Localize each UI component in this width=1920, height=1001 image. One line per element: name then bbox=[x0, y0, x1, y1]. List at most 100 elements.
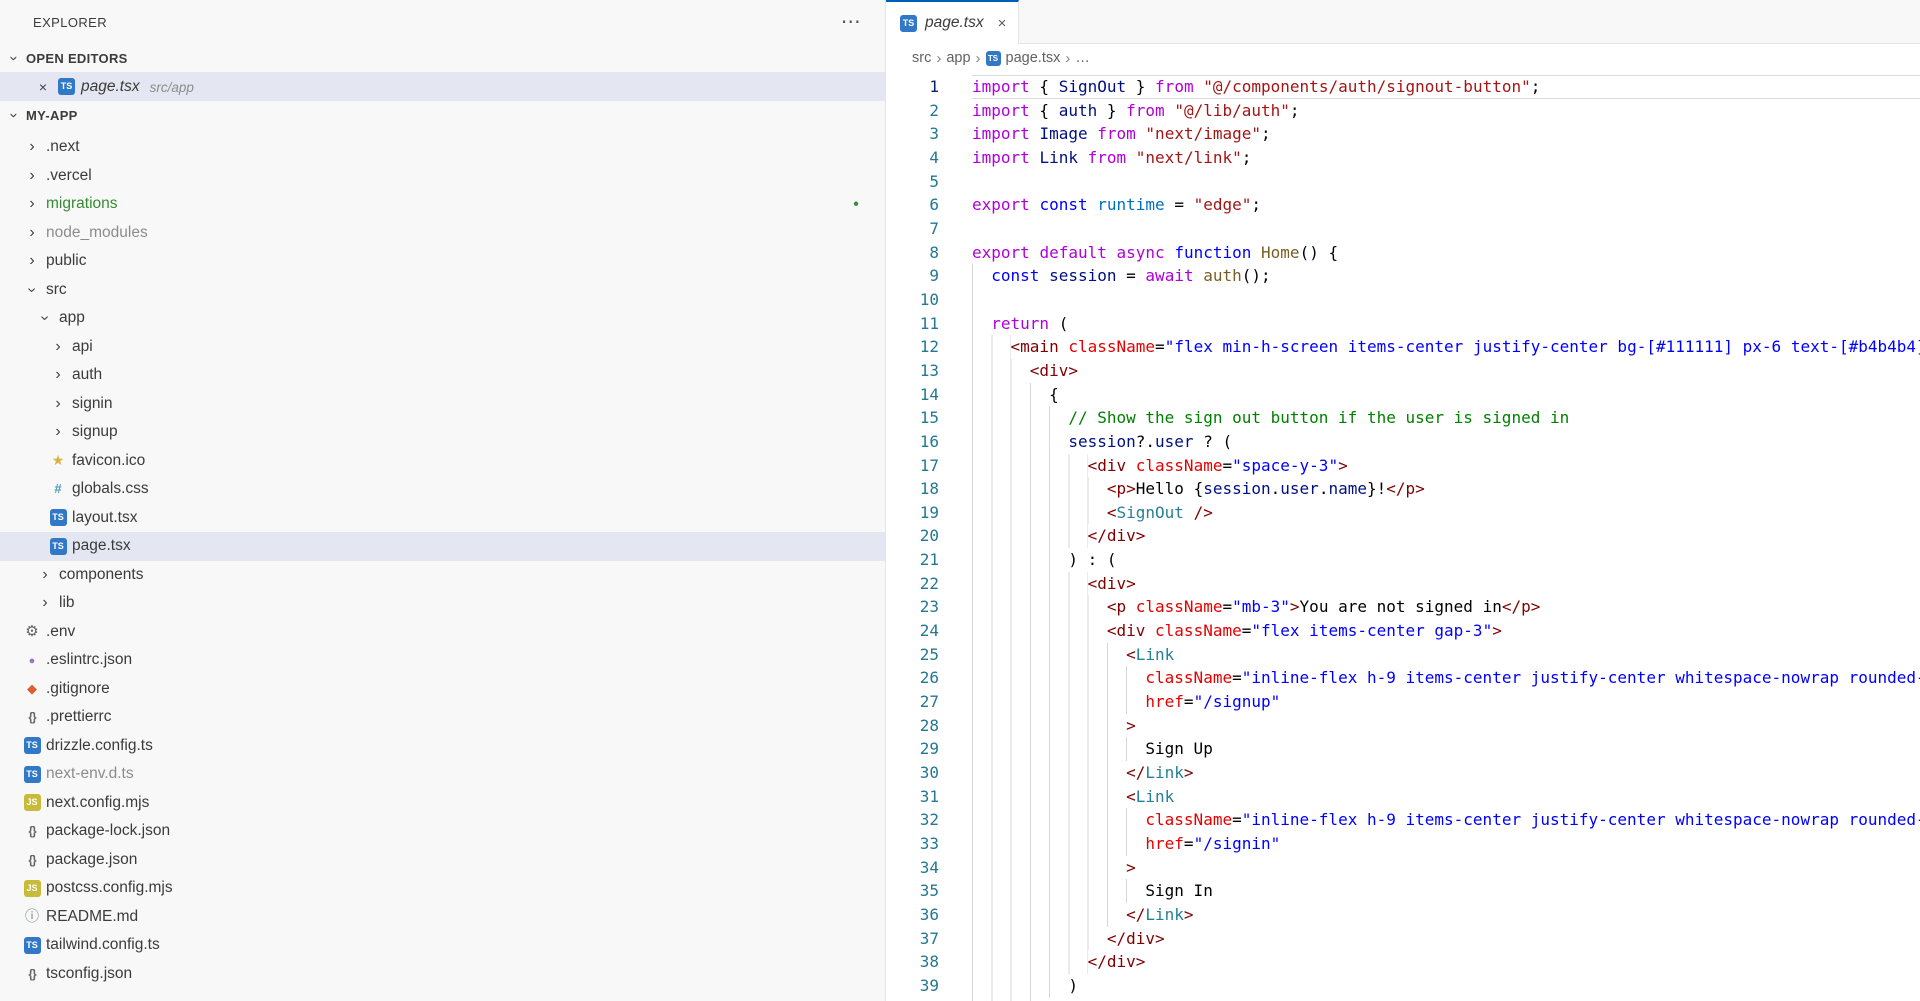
code-line[interactable]: </Link> bbox=[972, 761, 1920, 785]
tree-file-.prettierrc[interactable]: {}.prettierrc bbox=[0, 703, 885, 732]
tree-file-tsconfig.json[interactable]: {}tsconfig.json bbox=[0, 960, 885, 989]
line-number[interactable]: 22 bbox=[886, 572, 939, 596]
code-line[interactable]: <div className="space-y-3"> bbox=[972, 454, 1920, 478]
code-line[interactable]: <div> bbox=[972, 359, 1920, 383]
tree-folder-.next[interactable]: ›.next bbox=[0, 133, 885, 162]
line-number[interactable]: 36 bbox=[886, 903, 939, 927]
code-line[interactable]: const session = await auth(); bbox=[972, 264, 1920, 288]
open-editors-section-header[interactable]: › OPEN EDITORS bbox=[0, 44, 885, 72]
close-editor-icon[interactable]: × bbox=[34, 79, 52, 95]
line-number[interactable]: 30 bbox=[886, 761, 939, 785]
code-line[interactable]: <p>Hello {session.user.name}!</p> bbox=[972, 477, 1920, 501]
tree-file-tailwind.config.ts[interactable]: TStailwind.config.ts bbox=[0, 931, 885, 960]
line-number[interactable]: 5 bbox=[886, 170, 939, 194]
line-number[interactable]: 13 bbox=[886, 359, 939, 383]
tree-file-layout.tsx[interactable]: TSlayout.tsx bbox=[0, 504, 885, 533]
tree-file-next.config.mjs[interactable]: JSnext.config.mjs bbox=[0, 789, 885, 818]
code-line[interactable] bbox=[972, 170, 1920, 194]
code-line[interactable]: > bbox=[972, 714, 1920, 738]
tree-file-globals.css[interactable]: #globals.css bbox=[0, 475, 885, 504]
code-line[interactable]: href="/signup" bbox=[972, 690, 1920, 714]
tree-file-page.tsx[interactable]: TSpage.tsx bbox=[0, 532, 885, 561]
tree-file-.eslintrc.json[interactable]: ●.eslintrc.json bbox=[0, 646, 885, 675]
code-line[interactable]: import { auth } from "@/lib/auth"; bbox=[972, 99, 1920, 123]
code-line[interactable]: <Link bbox=[972, 643, 1920, 667]
line-number[interactable]: 1 bbox=[886, 75, 939, 99]
code-line[interactable]: <Link bbox=[972, 785, 1920, 809]
line-number[interactable]: 32 bbox=[886, 808, 939, 832]
tree-folder-signin[interactable]: ›signin bbox=[0, 390, 885, 419]
code-content[interactable]: import { SignOut } from "@/components/au… bbox=[972, 75, 1920, 1001]
code-line[interactable]: href="/signin" bbox=[972, 832, 1920, 856]
tree-file-.gitignore[interactable]: ◆.gitignore bbox=[0, 675, 885, 704]
line-number[interactable]: 20 bbox=[886, 524, 939, 548]
tree-folder-lib[interactable]: ›lib bbox=[0, 589, 885, 618]
line-number[interactable]: 8 bbox=[886, 241, 939, 265]
code-line[interactable]: > bbox=[972, 856, 1920, 880]
code-line[interactable]: } bbox=[972, 998, 1920, 1001]
line-number[interactable]: 39 bbox=[886, 974, 939, 998]
line-number[interactable]: 6 bbox=[886, 193, 939, 217]
tree-folder-node_modules[interactable]: ›node_modules bbox=[0, 219, 885, 248]
line-number[interactable]: 10 bbox=[886, 288, 939, 312]
code-line[interactable]: <div className="flex items-center gap-3"… bbox=[972, 619, 1920, 643]
code-line[interactable]: className="inline-flex h-9 items-center … bbox=[972, 666, 1920, 690]
tree-folder-public[interactable]: ›public bbox=[0, 247, 885, 276]
code-line[interactable]: export const runtime = "edge"; bbox=[972, 193, 1920, 217]
code-line[interactable]: import Image from "next/image"; bbox=[972, 122, 1920, 146]
breadcrumb-item-src[interactable]: src bbox=[912, 50, 931, 66]
line-number[interactable]: 26 bbox=[886, 666, 939, 690]
more-actions-icon[interactable]: ⋯ bbox=[841, 12, 861, 32]
code-line[interactable]: </div> bbox=[972, 524, 1920, 548]
line-number[interactable]: 33 bbox=[886, 832, 939, 856]
line-number[interactable]: 40 bbox=[886, 998, 939, 1001]
tree-folder-src[interactable]: ›src bbox=[0, 276, 885, 305]
code-line[interactable] bbox=[972, 217, 1920, 241]
workspace-section-header[interactable]: › MY-APP bbox=[0, 101, 885, 129]
code-line[interactable]: <div> bbox=[972, 572, 1920, 596]
tree-folder-api[interactable]: ›api bbox=[0, 333, 885, 362]
line-number[interactable]: 18 bbox=[886, 477, 939, 501]
tree-file-README.md[interactable]: ⓘREADME.md bbox=[0, 903, 885, 932]
line-number[interactable]: 21 bbox=[886, 548, 939, 572]
tree-file-package-lock.json[interactable]: {}package-lock.json bbox=[0, 817, 885, 846]
tree-file-.env[interactable]: ⚙.env bbox=[0, 618, 885, 647]
code-line[interactable]: { bbox=[972, 383, 1920, 407]
tab-close-icon[interactable]: × bbox=[998, 15, 1007, 32]
breadcrumb-item-page.tsx[interactable]: TSpage.tsx bbox=[986, 50, 1061, 66]
code-line[interactable]: Sign In bbox=[972, 879, 1920, 903]
line-number[interactable]: 28 bbox=[886, 714, 939, 738]
code-line[interactable]: <p className="mb-3">You are not signed i… bbox=[972, 595, 1920, 619]
line-number[interactable]: 7 bbox=[886, 217, 939, 241]
line-number[interactable]: 11 bbox=[886, 312, 939, 336]
line-number[interactable]: 4 bbox=[886, 146, 939, 170]
code-line[interactable]: <SignOut /> bbox=[972, 501, 1920, 525]
tree-folder-.vercel[interactable]: ›.vercel bbox=[0, 162, 885, 191]
line-number[interactable]: 34 bbox=[886, 856, 939, 880]
line-number[interactable]: 24 bbox=[886, 619, 939, 643]
line-number[interactable]: 9 bbox=[886, 264, 939, 288]
tree-file-next-env.d.ts[interactable]: TSnext-env.d.ts bbox=[0, 760, 885, 789]
line-number[interactable]: 37 bbox=[886, 927, 939, 951]
code-line[interactable]: className="inline-flex h-9 items-center … bbox=[972, 808, 1920, 832]
line-number[interactable]: 2 bbox=[886, 99, 939, 123]
line-number[interactable]: 29 bbox=[886, 737, 939, 761]
line-number[interactable]: 15 bbox=[886, 406, 939, 430]
breadcrumb-item-app[interactable]: app bbox=[946, 50, 970, 66]
code-line[interactable]: </div> bbox=[972, 927, 1920, 951]
code-line[interactable]: </Link> bbox=[972, 903, 1920, 927]
line-number[interactable]: 31 bbox=[886, 785, 939, 809]
tree-folder-app[interactable]: ›app bbox=[0, 304, 885, 333]
breadcrumb-item-…[interactable]: … bbox=[1075, 50, 1090, 66]
code-line[interactable]: ) bbox=[972, 974, 1920, 998]
line-number[interactable]: 19 bbox=[886, 501, 939, 525]
code-line[interactable]: export default async function Home() { bbox=[972, 241, 1920, 265]
line-number[interactable]: 27 bbox=[886, 690, 939, 714]
code-line[interactable]: session?.user ? ( bbox=[972, 430, 1920, 454]
code-editor[interactable]: 1234567891011121314151617181920212223242… bbox=[886, 72, 1920, 1001]
tree-folder-components[interactable]: ›components bbox=[0, 561, 885, 590]
tree-file-package.json[interactable]: {}package.json bbox=[0, 846, 885, 875]
tree-folder-migrations[interactable]: ›migrations● bbox=[0, 190, 885, 219]
line-number[interactable]: 16 bbox=[886, 430, 939, 454]
code-line[interactable] bbox=[972, 288, 1920, 312]
